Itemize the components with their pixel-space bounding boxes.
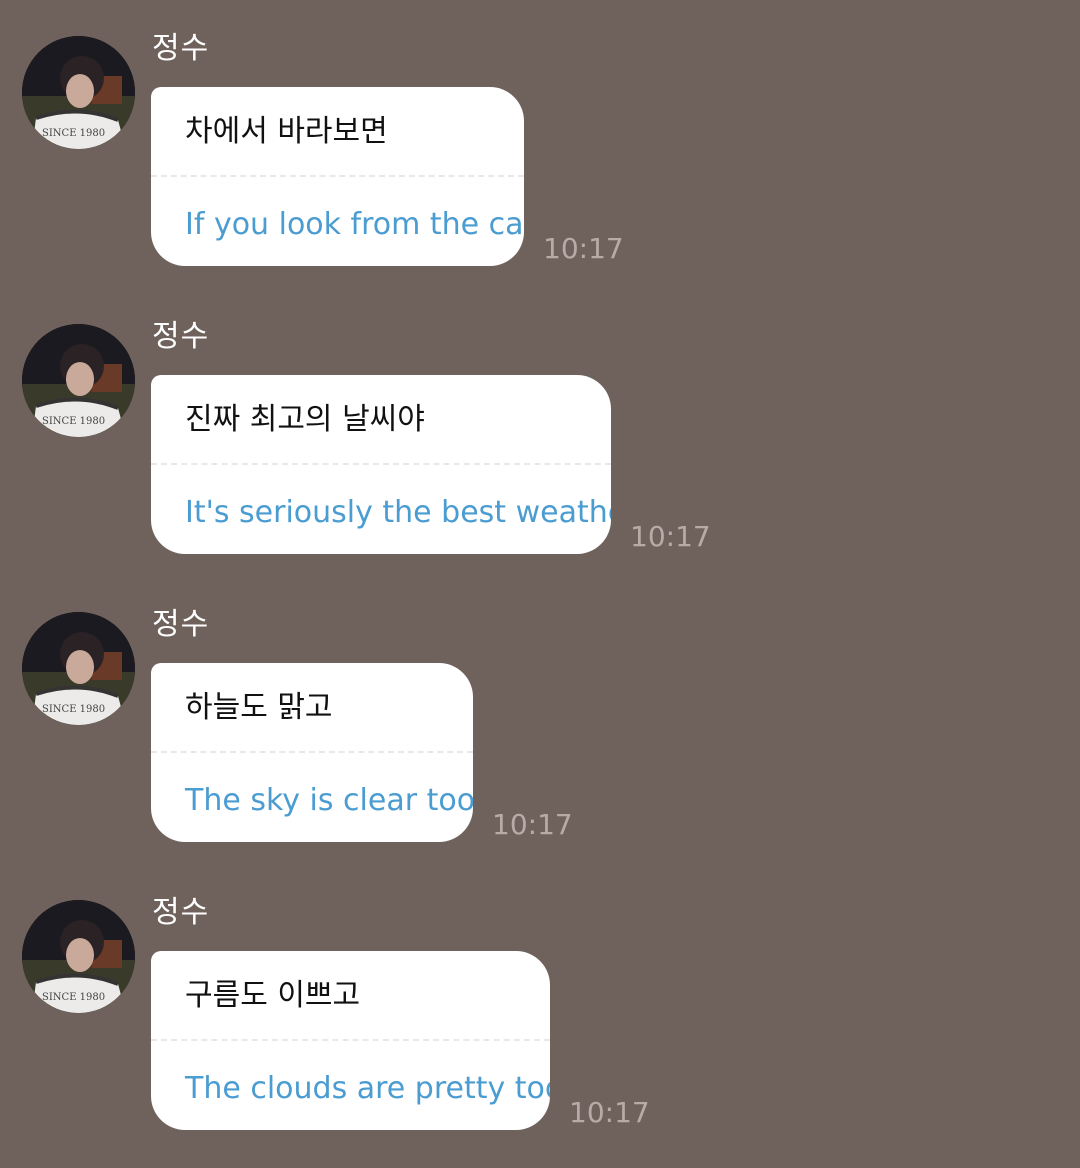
avatar[interactable]: SINCE 1980 [22, 36, 135, 149]
translation-text: The clouds are pretty too [185, 1071, 550, 1106]
translation-text: It's seriously the best weather [185, 495, 611, 530]
original-text: 차에서 바라보면 [185, 114, 388, 149]
message-row: SINCE 1980 정수 하늘도 맑고 The sky is clear to… [0, 576, 1080, 842]
profile-photo-icon: SINCE 1980 [22, 324, 135, 437]
chat-area: SINCE 1980 정수 차에서 바라보면 If you look from … [0, 0, 1080, 1168]
avatar[interactable]: SINCE 1980 [22, 612, 135, 725]
sender-name: 정수 [152, 607, 210, 642]
profile-photo-icon: SINCE 1980 [22, 900, 135, 1013]
message-bubble[interactable]: 구름도 이쁘고 The clouds are pretty too [151, 951, 550, 1130]
message-bubble[interactable]: 하늘도 맑고 The sky is clear too [151, 663, 473, 842]
profile-photo-icon: SINCE 1980 [22, 36, 135, 149]
avatar[interactable]: SINCE 1980 [22, 324, 135, 437]
message-row: SINCE 1980 정수 진짜 최고의 날씨야 It's seriously … [0, 288, 1080, 554]
original-text: 진짜 최고의 날씨야 [185, 402, 425, 437]
translation-text: The sky is clear too [185, 783, 473, 818]
original-text: 하늘도 맑고 [185, 690, 333, 725]
message-row: SINCE 1980 정수 차에서 바라보면 If you look from … [0, 0, 1080, 266]
avatar[interactable]: SINCE 1980 [22, 900, 135, 1013]
message-bubble[interactable]: 진짜 최고의 날씨야 It's seriously the best weath… [151, 375, 611, 554]
timestamp: 10:17 [492, 808, 573, 841]
svg-text:SINCE 1980: SINCE 1980 [42, 128, 105, 139]
original-text: 구름도 이쁘고 [185, 978, 361, 1013]
sender-name: 정수 [152, 31, 210, 66]
sender-name: 정수 [152, 319, 210, 354]
svg-text:SINCE 1980: SINCE 1980 [42, 416, 105, 427]
profile-photo-icon: SINCE 1980 [22, 612, 135, 725]
sender-name: 정수 [152, 895, 210, 930]
svg-text:SINCE 1980: SINCE 1980 [42, 704, 105, 715]
svg-text:SINCE 1980: SINCE 1980 [42, 992, 105, 1003]
translation-text: If you look from the car [185, 207, 524, 242]
message-bubble[interactable]: 차에서 바라보면 If you look from the car [151, 87, 524, 266]
timestamp: 10:17 [630, 520, 711, 553]
timestamp: 10:17 [569, 1096, 650, 1129]
timestamp: 10:17 [543, 232, 624, 265]
message-row: SINCE 1980 정수 구름도 이쁘고 The clouds are pre… [0, 864, 1080, 1130]
